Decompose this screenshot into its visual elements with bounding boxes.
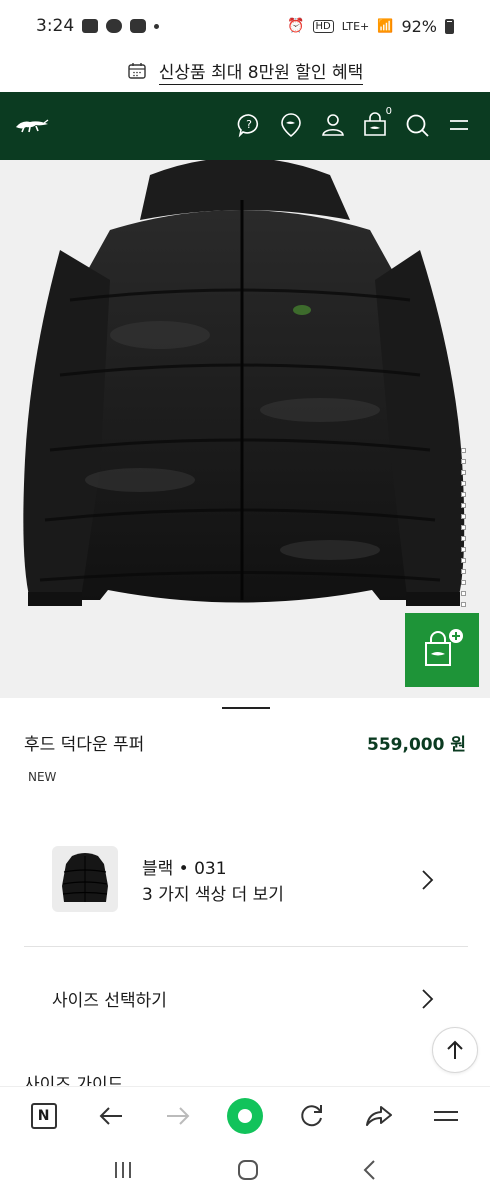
chevron-right-icon	[422, 989, 434, 1009]
promo-text[interactable]: 신상품 최대 8만원 할인 혜택	[158, 58, 364, 85]
status-bar: 3:24 ⏰ HD LTE+ 📶 92%	[0, 0, 490, 52]
home-icon[interactable]	[225, 1096, 265, 1136]
android-navigation-bar	[0, 1144, 490, 1200]
color-swatch-thumbnail	[52, 846, 118, 912]
back-button-icon[interactable]	[362, 1159, 378, 1185]
carousel-indicator	[222, 707, 270, 709]
help-icon[interactable]: ?	[234, 110, 264, 140]
browser-toolbar: N	[0, 1086, 490, 1144]
network-type: LTE+	[341, 19, 370, 33]
naver-n-icon[interactable]: N	[24, 1096, 64, 1136]
hd-icon: HD	[312, 19, 334, 33]
more-notifications-icon	[154, 23, 160, 29]
divider	[24, 946, 468, 947]
cart-count: 0	[385, 106, 392, 117]
product-name: 후드 덕다운 푸퍼	[24, 735, 145, 755]
home-button-icon[interactable]	[237, 1159, 259, 1185]
size-select-row[interactable]: 사이즈 선택하기	[0, 966, 490, 1030]
search-icon[interactable]	[402, 110, 432, 140]
signal-icon: 📶	[377, 18, 394, 34]
youtube-notification-icon	[130, 19, 147, 33]
chevron-right-icon	[422, 870, 434, 890]
calendar-icon	[128, 63, 146, 79]
account-icon[interactable]	[318, 110, 348, 140]
scroll-to-top-button[interactable]	[432, 1027, 478, 1073]
crocodile-logo-icon[interactable]	[14, 112, 50, 142]
menu-icon[interactable]	[444, 110, 474, 140]
talk-notification-icon	[106, 19, 123, 33]
back-arrow-icon[interactable]	[91, 1096, 131, 1136]
forward-arrow-icon[interactable]	[158, 1096, 198, 1136]
battery-level: 92%	[401, 16, 437, 36]
add-to-bag-button[interactable]	[405, 613, 479, 687]
cart-icon[interactable]: 0	[360, 106, 392, 140]
recent-apps-icon[interactable]	[112, 1160, 134, 1184]
size-select-label: 사이즈 선택하기	[52, 991, 167, 1011]
add-to-bag-icon	[425, 629, 463, 666]
menu-icon[interactable]	[426, 1096, 466, 1136]
gallery-notification-icon	[82, 19, 99, 33]
alarm-icon: ⏰	[287, 18, 305, 34]
new-badge: NEW	[28, 770, 57, 784]
battery-icon	[445, 18, 454, 34]
promo-banner[interactable]: 신상품 최대 8만원 할인 혜택	[0, 52, 490, 90]
site-header: ? 0	[0, 92, 490, 160]
refresh-icon[interactable]	[292, 1096, 332, 1136]
store-locator-icon[interactable]	[276, 110, 306, 140]
product-price: 559,000 원	[367, 735, 466, 755]
status-time: 3:24	[36, 16, 75, 36]
color-name: 블랙 • 031	[142, 859, 227, 879]
color-option-row[interactable]: 블랙 • 031 3 가지 색상 더 보기	[0, 840, 490, 920]
scroll-indicator-strip	[461, 448, 466, 607]
share-icon[interactable]	[359, 1096, 399, 1136]
svg-text:?: ?	[246, 118, 252, 131]
arrow-up-icon	[447, 1040, 463, 1059]
more-colors-link[interactable]: 3 가지 색상 더 보기	[142, 880, 284, 905]
